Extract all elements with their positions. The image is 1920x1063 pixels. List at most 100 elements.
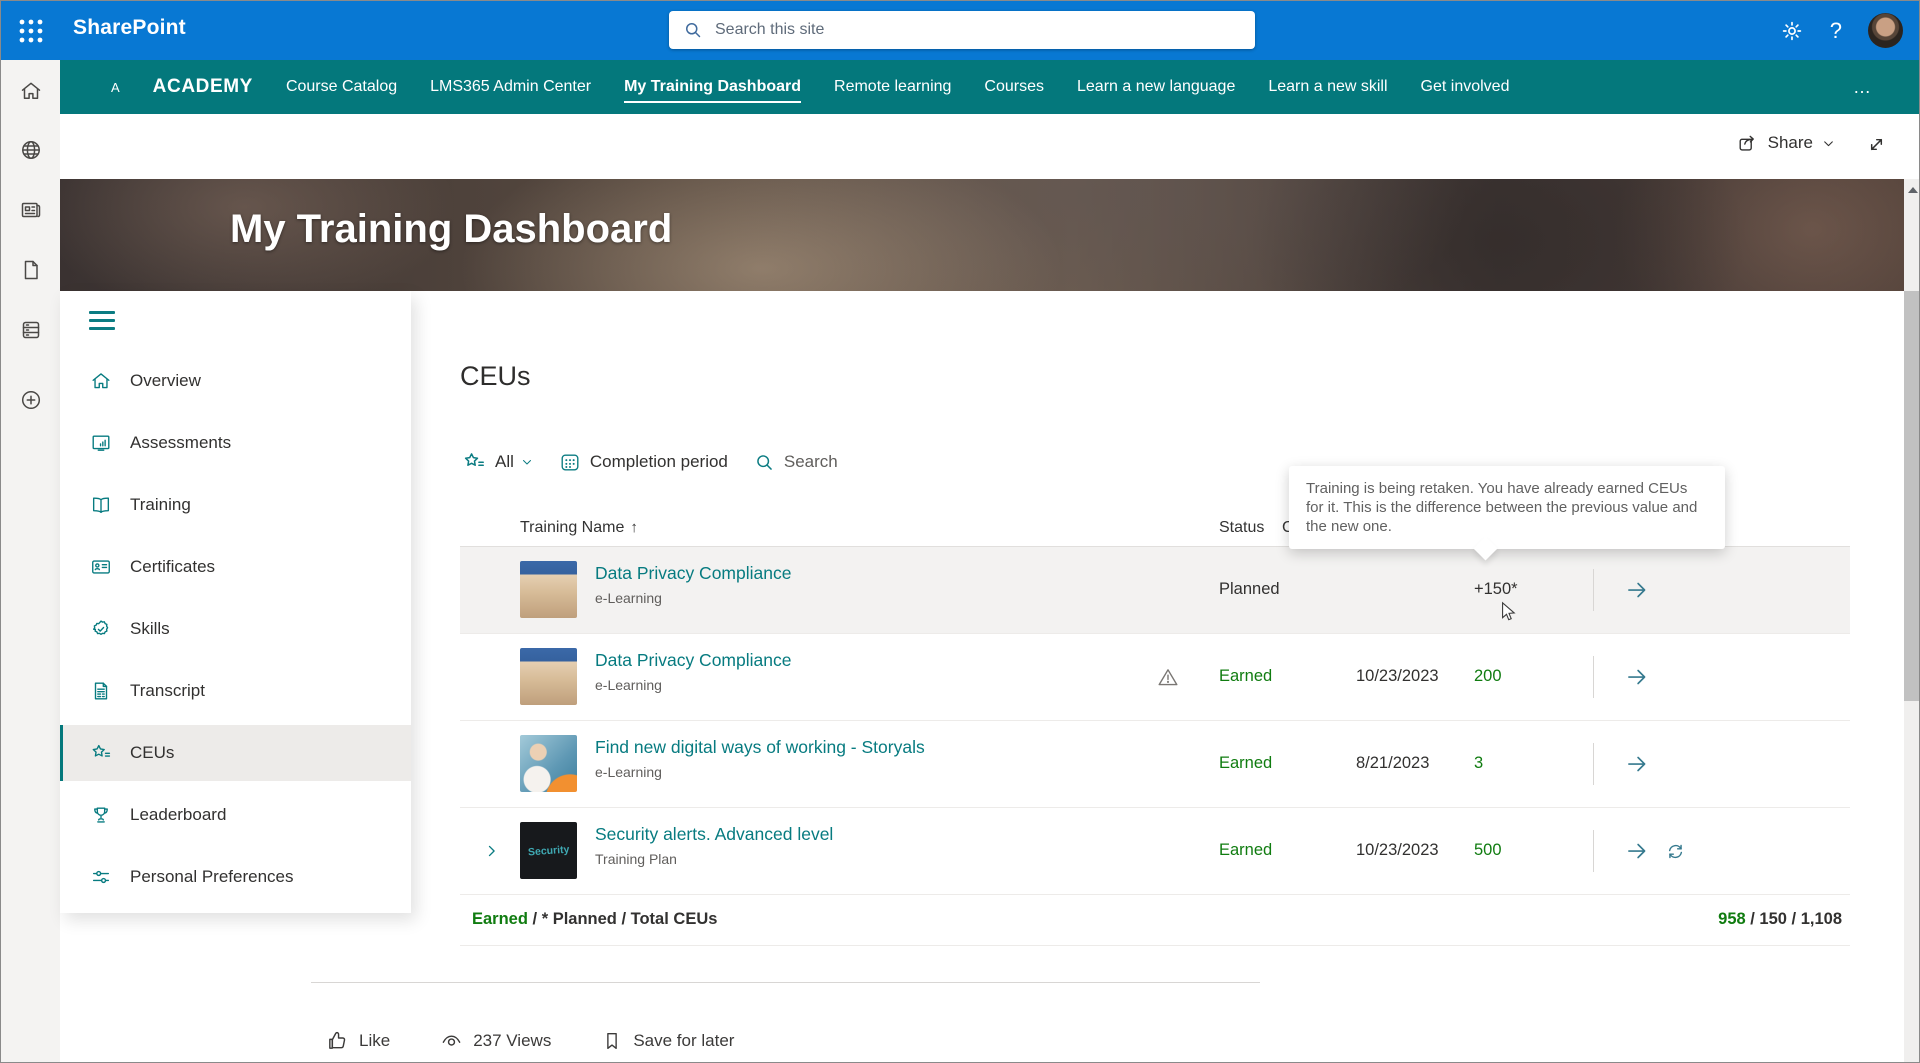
training-thumbnail bbox=[520, 735, 577, 792]
rail-lists-icon[interactable] bbox=[19, 318, 43, 342]
engagement-bar: Like 237 Views Save for later bbox=[326, 1029, 734, 1052]
menu-toggle-icon[interactable] bbox=[89, 311, 115, 331]
column-header-training-name[interactable]: Training Name↑ bbox=[520, 519, 638, 537]
training-type: e-Learning bbox=[595, 590, 791, 606]
open-training-arrow-icon[interactable] bbox=[1624, 838, 1650, 864]
sidebar-item-training[interactable]: Training bbox=[60, 477, 411, 533]
completion-period-icon[interactable] bbox=[559, 451, 581, 473]
nav-overflow-icon[interactable]: … bbox=[1853, 77, 1873, 98]
filter-all-dropdown[interactable]: All bbox=[495, 452, 514, 472]
sidebar-item-ceus[interactable]: CEUs bbox=[60, 725, 411, 781]
completion-period-button[interactable]: Completion period bbox=[590, 452, 728, 472]
assessments-icon bbox=[90, 432, 112, 454]
nav-item-get-involved[interactable]: Get involved bbox=[1421, 78, 1510, 96]
site-search[interactable] bbox=[669, 11, 1255, 49]
rail-globe-icon[interactable] bbox=[19, 138, 43, 162]
training-thumbnail: Security bbox=[520, 822, 577, 879]
nav-item-learn-a-new-skill[interactable]: Learn a new skill bbox=[1268, 78, 1387, 96]
rail-home-icon[interactable] bbox=[19, 79, 43, 103]
expand-page-icon[interactable] bbox=[1866, 134, 1887, 155]
site-navigation: A ACADEMY Course Catalog LMS365 Admin Cen… bbox=[60, 60, 1920, 114]
sidebar-item-certificates[interactable]: Certificates bbox=[60, 539, 411, 595]
help-icon[interactable]: ? bbox=[1830, 18, 1842, 44]
sidebar-item-overview[interactable]: Overview bbox=[60, 353, 411, 409]
open-training-arrow-icon[interactable] bbox=[1624, 664, 1650, 690]
nav-item-courses[interactable]: Courses bbox=[984, 78, 1044, 96]
rail-add-icon[interactable] bbox=[19, 388, 43, 412]
ceu-tooltip: Training is being retaken. You have alre… bbox=[1289, 466, 1725, 549]
table-search-input[interactable]: Search bbox=[784, 452, 838, 472]
sidebar-item-leaderboard[interactable]: Leaderboard bbox=[60, 787, 411, 843]
training-name-link[interactable]: Find new digital ways of working - Story… bbox=[595, 737, 925, 758]
site-logo[interactable]: A bbox=[111, 80, 120, 95]
nav-item-lms365-admin-center[interactable]: LMS365 Admin Center bbox=[430, 78, 591, 96]
skills-icon bbox=[90, 618, 112, 640]
expand-chevron-icon[interactable] bbox=[482, 841, 502, 861]
nav-item-learn-a-new-language[interactable]: Learn a new language bbox=[1077, 78, 1235, 96]
app-launcher-icon[interactable] bbox=[18, 18, 44, 44]
sidebar-item-personal-preferences[interactable]: Personal Preferences bbox=[60, 849, 411, 905]
footer-divider bbox=[311, 982, 1260, 983]
sidebar-item-skills[interactable]: Skills bbox=[60, 601, 411, 657]
search-input[interactable] bbox=[713, 20, 1241, 40]
summary-labels: / * Planned / Total CEUs bbox=[528, 910, 717, 928]
sidebar-item-label: Certificates bbox=[130, 557, 215, 577]
site-title[interactable]: ACADEMY bbox=[153, 76, 253, 98]
views-counter: 237 Views bbox=[440, 1029, 551, 1052]
nav-item-course-catalog[interactable]: Course Catalog bbox=[286, 78, 397, 96]
table-row[interactable]: SecuritySecurity alerts. Advanced levelT… bbox=[460, 808, 1850, 895]
open-training-arrow-icon[interactable] bbox=[1624, 751, 1650, 777]
sidebar-item-assessments[interactable]: Assessments bbox=[60, 415, 411, 471]
open-training-arrow-icon[interactable] bbox=[1624, 577, 1650, 603]
site-nav-items: Course Catalog LMS365 Admin Center My Trai… bbox=[286, 78, 1510, 96]
sidebar-item-label: Assessments bbox=[130, 433, 231, 453]
table-search-icon[interactable] bbox=[754, 452, 775, 473]
nav-item-my-training-dashboard[interactable]: My Training Dashboard bbox=[624, 78, 801, 96]
table-row[interactable]: Find new digital ways of working - Story… bbox=[460, 721, 1850, 808]
column-header-status[interactable]: Status bbox=[1219, 519, 1264, 537]
share-button[interactable]: Share bbox=[1737, 132, 1835, 154]
ceu-value: 200 bbox=[1474, 667, 1502, 686]
sort-ascending-icon: ↑ bbox=[630, 519, 638, 536]
page-title: My Training Dashboard bbox=[230, 207, 672, 252]
scrollbar-up-icon[interactable] bbox=[1908, 187, 1918, 193]
training-thumbnail bbox=[520, 648, 577, 705]
sidebar-item-label: Personal Preferences bbox=[130, 867, 293, 887]
training-type: e-Learning bbox=[595, 764, 925, 780]
command-bar: Share bbox=[60, 114, 1920, 179]
home-icon bbox=[90, 370, 112, 392]
status-value: Earned bbox=[1219, 841, 1272, 860]
chevron-down-icon[interactable] bbox=[521, 456, 533, 468]
bookmark-icon bbox=[601, 1030, 623, 1052]
rail-news-icon[interactable] bbox=[19, 198, 43, 222]
settings-gear-icon[interactable] bbox=[1780, 19, 1804, 43]
ceu-value: +150* bbox=[1474, 580, 1518, 599]
row-divider bbox=[1593, 830, 1594, 872]
training-name-link[interactable]: Data Privacy Compliance bbox=[595, 650, 791, 671]
training-thumbnail bbox=[520, 561, 577, 618]
completion-date-value: 10/23/2023 bbox=[1356, 841, 1439, 860]
like-icon bbox=[326, 1029, 349, 1052]
app-rail bbox=[1, 60, 60, 1063]
page-scrollbar[interactable] bbox=[1904, 179, 1920, 1063]
scrollbar-thumb[interactable] bbox=[1904, 291, 1920, 701]
table-row[interactable]: Data Privacy Compliancee-LearningPlanned… bbox=[460, 547, 1850, 634]
training-name-link[interactable]: Data Privacy Compliance bbox=[595, 563, 791, 584]
ceu-filter-icon[interactable] bbox=[462, 450, 486, 474]
rail-document-icon[interactable] bbox=[19, 258, 43, 282]
nav-item-remote-learning[interactable]: Remote learning bbox=[834, 78, 951, 96]
account-avatar[interactable] bbox=[1868, 13, 1903, 48]
like-button[interactable]: Like bbox=[326, 1029, 390, 1052]
hero-banner: My Training Dashboard bbox=[60, 179, 1904, 291]
section-heading: CEUs bbox=[460, 361, 531, 392]
chevron-down-icon bbox=[1822, 137, 1835, 150]
app-title[interactable]: SharePoint bbox=[73, 16, 186, 40]
training-type: e-Learning bbox=[595, 677, 791, 693]
save-for-later-button[interactable]: Save for later bbox=[601, 1030, 734, 1052]
training-name-link[interactable]: Security alerts. Advanced level bbox=[595, 824, 833, 845]
sidebar-item-transcript[interactable]: Transcript bbox=[60, 663, 411, 719]
retake-refresh-icon[interactable] bbox=[1664, 840, 1687, 863]
warning-icon[interactable] bbox=[1156, 665, 1180, 689]
table-row[interactable]: Data Privacy Compliancee-LearningEarned1… bbox=[460, 634, 1850, 721]
transcript-icon bbox=[90, 680, 112, 702]
